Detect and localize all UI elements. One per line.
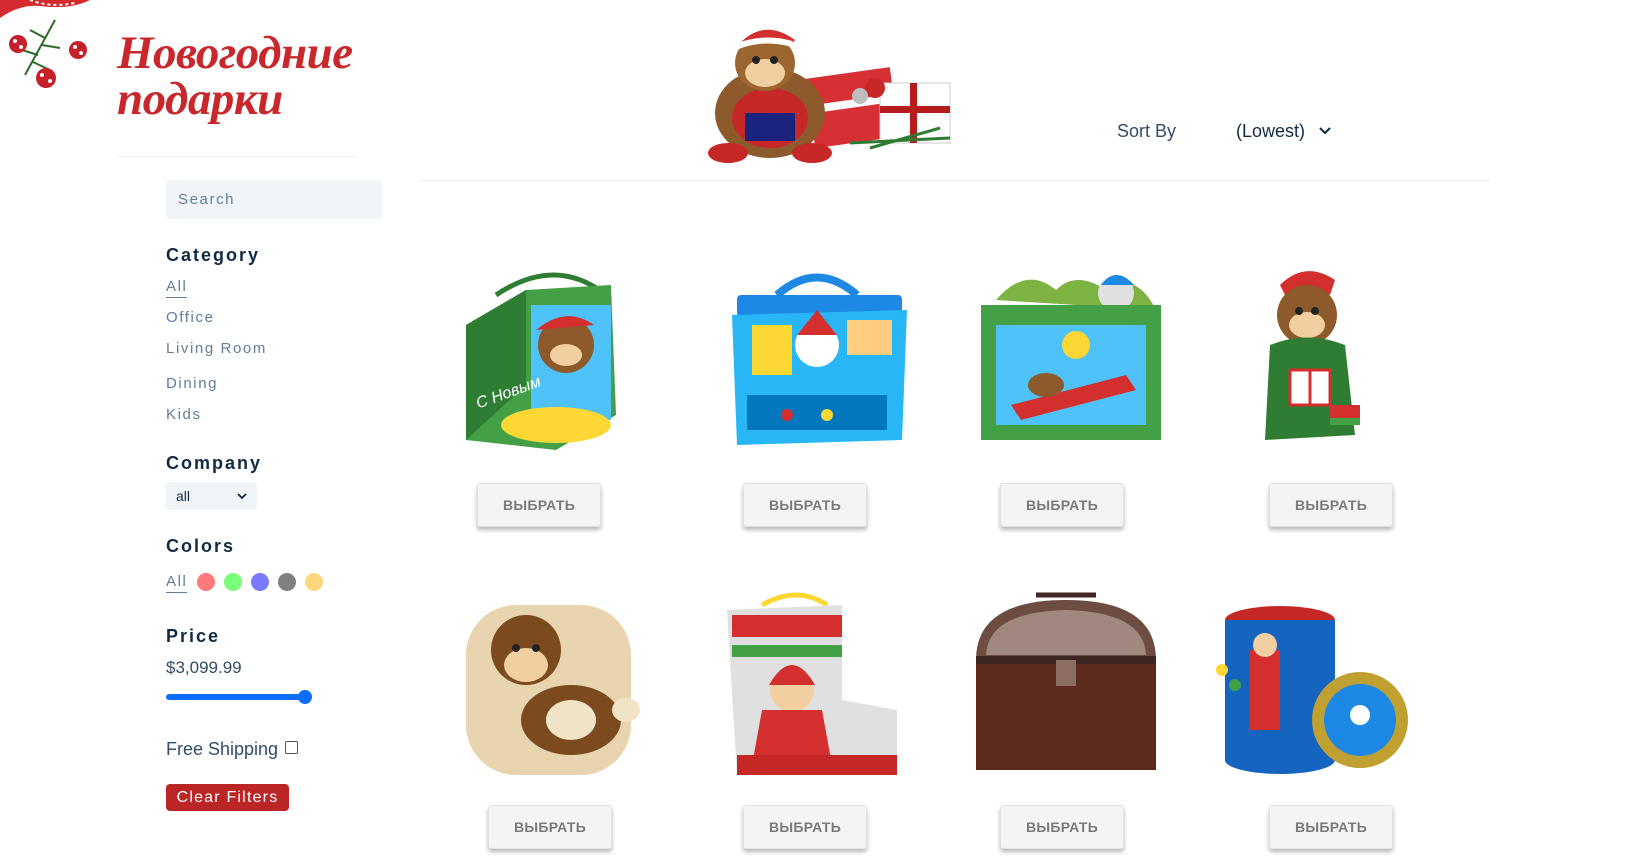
sort-label: Sort By (1117, 121, 1177, 141)
header-divider (420, 180, 1490, 181)
choose-button[interactable]: ВЫБРАТЬ (1269, 805, 1393, 849)
plush-monkey-pillow-icon[interactable] (456, 590, 656, 790)
color-swatch-green[interactable] (224, 573, 242, 591)
logo-line-1: Новогодние (117, 27, 353, 79)
color-swatch-blue[interactable] (251, 573, 269, 591)
gift-tin-boot-icon[interactable] (717, 590, 917, 790)
choose-button[interactable]: ВЫБРАТЬ (743, 483, 867, 527)
category-dining[interactable]: Dining (166, 375, 218, 392)
color-swatch-gray[interactable] (278, 573, 296, 591)
color-swatch-yellow[interactable] (305, 573, 323, 591)
logo-divider (117, 156, 357, 157)
company-select[interactable]: all (166, 482, 257, 510)
search-input[interactable] (166, 180, 382, 219)
company-heading: Company (166, 453, 263, 473)
choose-button[interactable]: ВЫБРАТЬ (743, 805, 867, 849)
logo-line-2: подарки (117, 73, 283, 125)
sort-value: (Lowest) (1236, 120, 1306, 141)
choose-button[interactable]: ВЫБРАТЬ (1000, 805, 1124, 849)
wooden-chest-icon[interactable] (966, 590, 1166, 790)
choose-button[interactable]: ВЫБРАТЬ (1269, 483, 1393, 527)
category-all[interactable]: All (166, 278, 188, 298)
category-living-room[interactable]: Living Room (166, 340, 267, 357)
choose-button[interactable]: ВЫБРАТЬ (477, 483, 601, 527)
gift-monkey-figure-icon[interactable] (1245, 265, 1445, 465)
gift-tin-round-icon[interactable] (1210, 590, 1410, 790)
category-kids[interactable]: Kids (166, 406, 202, 423)
category-heading: Category (166, 245, 261, 265)
color-all[interactable]: All (166, 573, 188, 593)
price-value: $3,099.99 (166, 658, 242, 677)
price-slider[interactable] (166, 690, 312, 704)
gift-box-sleigh-green-icon[interactable] (966, 265, 1166, 465)
color-swatch-red[interactable] (197, 573, 215, 591)
free-shipping-checkbox[interactable] (285, 741, 298, 754)
gift-case-santa-blue-icon[interactable] (717, 265, 917, 465)
price-heading: Price (166, 626, 221, 646)
category-office[interactable]: Office (166, 309, 215, 326)
choose-button[interactable]: ВЫБРАТЬ (488, 805, 612, 849)
chevron-down-icon (237, 492, 247, 499)
gift-bag-monkey-green-icon[interactable]: С Новым (456, 265, 656, 465)
chevron-down-icon (1319, 127, 1331, 135)
hero-monkey-gifts-icon (708, 29, 951, 163)
free-shipping-label: Free Shipping (166, 739, 279, 759)
sort-select[interactable]: (Lowest) (1230, 117, 1337, 145)
price-slider-track (166, 694, 304, 700)
company-value: all (176, 488, 191, 504)
choose-button[interactable]: ВЫБРАТЬ (1000, 483, 1124, 527)
site-logo[interactable]: Новогодние подарки (117, 27, 353, 125)
clear-filters-button[interactable]: Clear Filters (166, 784, 289, 811)
christmas-corner-decoration-icon (0, 0, 90, 88)
colors-heading: Colors (166, 536, 236, 556)
price-slider-thumb[interactable] (298, 690, 312, 704)
